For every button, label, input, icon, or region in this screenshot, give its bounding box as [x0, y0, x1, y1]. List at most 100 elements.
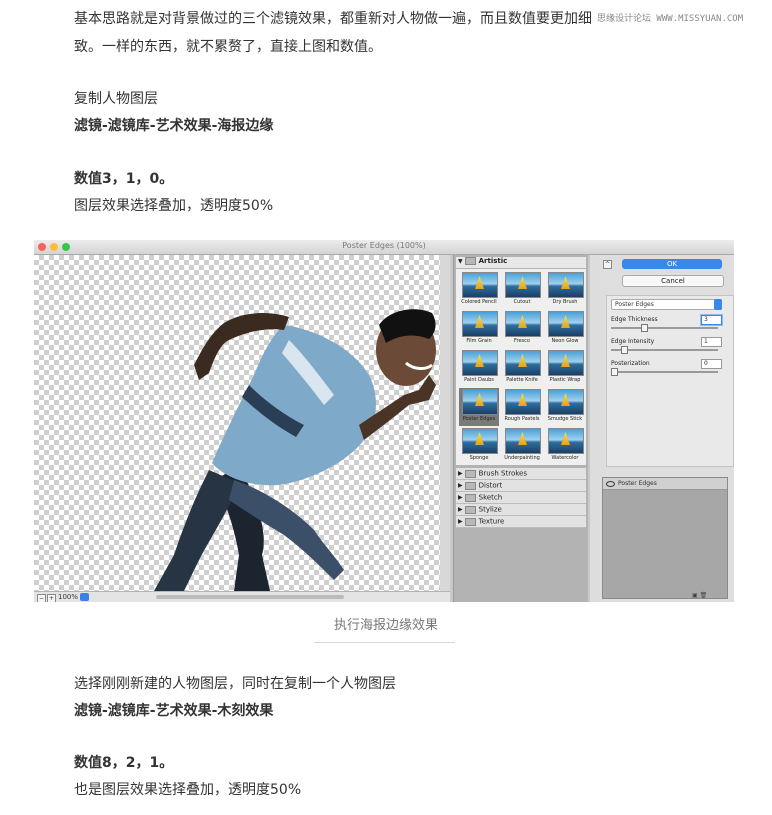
filter-thumbnails: Colored Pencil Cutout Dry Brush Film Grain F… — [456, 269, 586, 465]
folder-icon — [464, 505, 476, 514]
filter-select-value: Poster Edges — [615, 301, 654, 308]
delete-effect-layer-icon[interactable]: 🗑 — [700, 592, 708, 599]
filter-thumb-label: Palette Knife — [506, 377, 538, 383]
caption-divider — [314, 642, 455, 643]
filter-category-row[interactable]: ▶ Stylize — [456, 504, 586, 516]
filter-category-row[interactable]: ▶ Distort — [456, 480, 586, 492]
cancel-button[interactable]: Cancel — [622, 275, 724, 287]
posterization-input[interactable]: 0 — [701, 359, 722, 369]
window-title: Poster Edges (100%) — [342, 241, 426, 250]
filter-thumb-label: Sponge — [469, 455, 489, 461]
filter-thumb[interactable]: Paint Daubs — [459, 349, 499, 387]
edge-intensity-knob[interactable] — [621, 346, 628, 354]
filter-thumb[interactable]: Fresco — [502, 310, 542, 348]
new-effect-layer-icon[interactable]: ▣ — [692, 592, 698, 599]
expand-right-icon: ▶ — [458, 494, 463, 501]
filter-thumb[interactable]: Dry Brush — [545, 271, 585, 309]
filter-category-row[interactable]: ▶ Brush Strokes — [456, 468, 586, 480]
step1-note: 图层效果选择叠加，透明度50% — [74, 198, 274, 214]
edge-intensity-slider[interactable] — [611, 346, 718, 354]
edge-thickness-label: Edge Thickness — [611, 316, 658, 323]
visibility-eye-icon[interactable] — [606, 480, 615, 487]
filter-select[interactable]: Poster Edges — [611, 299, 722, 310]
step2-note: 也是图层效果选择叠加，透明度50% — [74, 782, 302, 798]
preview-canvas[interactable] — [34, 255, 440, 591]
filter-thumb[interactable]: Sponge — [459, 427, 499, 465]
filter-thumb[interactable]: Watercolor — [545, 427, 585, 465]
filter-thumb[interactable]: Film Grain — [459, 310, 499, 348]
settings-panel: ^ OK Cancel Poster Edges Edge Thickness … — [600, 255, 734, 602]
intro-line-1: 基本思路就是对背景做过的三个滤镜效果，都重新对人物做一遍，而且数值要更加细 — [74, 11, 592, 27]
category-artistic-header[interactable]: ▼ Artistic — [456, 257, 586, 268]
collapse-gallery-icon[interactable]: ^ — [603, 260, 612, 269]
step1-values: 数值3，1，0。 — [74, 171, 174, 187]
layer-actions: ▣ 🗑 — [692, 592, 707, 599]
watermark-text: 思缘设计论坛 WWW.MISSYUAN.COM — [597, 14, 744, 24]
filter-thumb[interactable]: Underpainting — [502, 427, 542, 465]
filter-thumb-label: Watercolor — [551, 455, 579, 461]
expand-right-icon: ▶ — [458, 470, 463, 477]
zoom-in-button[interactable]: + — [47, 594, 56, 602]
gallery-scrollbar[interactable] — [590, 255, 600, 602]
effect-layer-name: Poster Edges — [618, 480, 657, 487]
filter-preview-image — [505, 311, 541, 337]
filter-preview-image — [548, 428, 584, 454]
filter-thumb-label: Fresco — [514, 338, 530, 344]
filter-thumb-label: Neon Glow — [551, 338, 579, 344]
edge-thickness-knob[interactable] — [641, 324, 648, 332]
posterization-label: Posterization — [611, 360, 650, 367]
folder-icon — [464, 257, 476, 265]
filter-thumb[interactable]: Colored Pencil — [459, 271, 499, 309]
window-titlebar: Poster Edges (100%) — [34, 240, 734, 255]
category-artistic-label: Artistic — [478, 257, 508, 265]
filter-thumb-label: Film Grain — [466, 338, 492, 344]
filter-thumb[interactable]: Cutout — [502, 271, 542, 309]
filter-thumb-label: Dry Brush — [552, 299, 578, 305]
filter-thumb[interactable]: Poster Edges — [459, 388, 499, 426]
posterization-slider[interactable] — [611, 368, 718, 376]
filter-thumb[interactable]: Plastic Wrap — [545, 349, 585, 387]
expand-right-icon: ▶ — [458, 482, 463, 489]
screenshot-caption: 执行海报边缘效果 — [333, 618, 438, 633]
step2-menu-path: 滤镜-滤镜库-艺术效果-木刻效果 — [74, 703, 274, 719]
filter-category-label: Brush Strokes — [478, 469, 528, 478]
filter-preview-image — [505, 389, 541, 415]
filter-preview-image — [548, 272, 584, 298]
step1-title: 复制人物图层 — [74, 91, 158, 107]
filter-thumb-label: Plastic Wrap — [549, 377, 581, 383]
edge-thickness-input[interactable]: 3 — [701, 315, 722, 325]
zoom-out-button[interactable]: − — [37, 594, 46, 602]
filter-thumb[interactable]: Neon Glow — [545, 310, 585, 348]
filter-category-label: Distort — [478, 481, 503, 490]
edge-intensity-label: Edge Intensity — [611, 338, 655, 345]
expand-down-icon: ▼ — [458, 257, 463, 265]
zoom-dropdown-icon[interactable] — [80, 593, 89, 601]
canvas-scrollbar[interactable] — [440, 255, 450, 591]
filter-thumb[interactable]: Smudge Stick — [545, 388, 585, 426]
filter-preview-image — [462, 311, 498, 337]
filter-gallery-panel: ▼ Artistic Colored Pencil Cutout Dry Brush F… — [453, 255, 588, 602]
filter-thumb-label: Cutout — [513, 299, 531, 305]
effect-layer-row[interactable]: Poster Edges — [603, 478, 727, 490]
edge-intensity-input[interactable]: 1 — [701, 337, 722, 347]
filter-thumb-label: Rough Pastels — [504, 416, 540, 422]
ok-button[interactable]: OK — [622, 259, 722, 269]
filter-thumb[interactable]: Palette Knife — [502, 349, 542, 387]
filter-category-row[interactable]: ▶ Sketch — [456, 492, 586, 504]
filter-preview-image — [462, 272, 498, 298]
select-arrows-icon — [714, 299, 722, 310]
filter-preview-image — [548, 311, 584, 337]
filter-category-row[interactable]: ▶ Texture — [456, 516, 586, 528]
filter-thumb-label: Colored Pencil — [461, 299, 497, 305]
filter-thumb[interactable]: Rough Pastels — [502, 388, 542, 426]
filter-thumb-label: Poster Edges — [462, 416, 496, 422]
filter-preview-image — [548, 389, 584, 415]
posterization-knob[interactable] — [611, 368, 618, 376]
expand-right-icon: ▶ — [458, 506, 463, 513]
folder-icon — [464, 469, 476, 478]
filter-preview-image — [505, 350, 541, 376]
horizontal-scrollbar[interactable] — [156, 595, 344, 599]
filter-thumb-label: Underpainting — [504, 455, 540, 461]
edge-thickness-slider[interactable] — [611, 324, 718, 332]
step1-menu-path: 滤镜-滤镜库-艺术效果-海报边缘 — [74, 118, 274, 134]
